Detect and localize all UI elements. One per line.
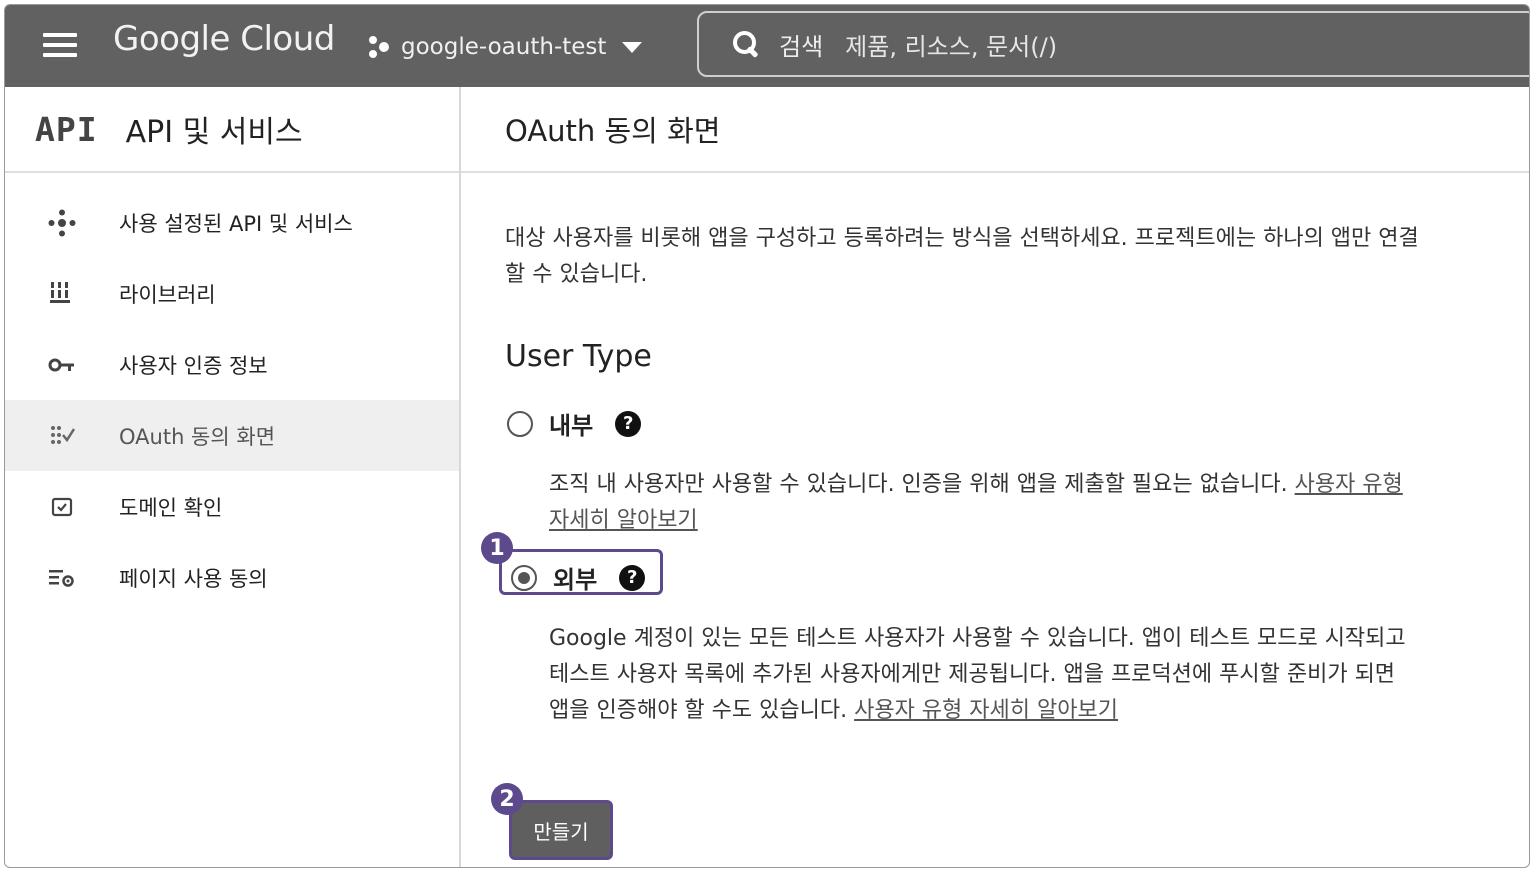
sidebar-item-page-consent[interactable]: 페이지 사용 동의 [5,542,459,613]
sidebar-header: API API 및 서비스 [5,87,459,173]
google-cloud-logo[interactable]: Google Cloud [113,19,335,59]
search-icon [731,29,761,59]
callout-badge-2: 2 [491,783,523,815]
sidebar-item-label: 페이지 사용 동의 [119,566,268,591]
page-consent-icon [47,563,77,593]
sidebar-item-label: 사용 설정된 API 및 서비스 [119,211,353,236]
help-icon[interactable]: ? [615,410,642,437]
option-external[interactable]: 외부 ? [511,560,646,595]
option-internal-description: 조직 내 사용자만 사용할 수 있습니다. 인증을 위해 앱을 제출할 필요는 … [549,467,1419,539]
app-window: Google Cloud google-oauth-test 검색 제품, 리소… [4,4,1530,868]
radio-external[interactable] [511,564,537,591]
option-internal-description-text: 조직 내 사용자만 사용할 수 있습니다. 인증을 위해 앱을 제출할 필요는 … [549,472,1295,497]
chevron-down-icon [622,41,643,53]
domain-check-icon [47,492,77,522]
sidebar-item-enabled-apis[interactable]: 사용 설정된 API 및 서비스 [5,187,459,258]
user-type-heading: User Type [505,339,652,374]
top-bar: Google Cloud google-oauth-test 검색 제품, 리소… [5,5,1529,87]
project-icon [365,34,391,60]
project-name: google-oauth-test [401,34,607,60]
sidebar-title: API 및 서비스 [125,115,303,150]
hamburger-menu-icon[interactable] [43,33,79,57]
page-title: OAuth 동의 화면 [505,114,721,148]
sidebar-item-library[interactable]: 라이브러리 [5,258,459,329]
sidebar-item-label: 도메인 확인 [119,495,223,520]
sidebar-item-credentials[interactable]: 사용자 인증 정보 [5,329,459,400]
option-external-label: 외부 [553,566,598,594]
create-button[interactable]: 만들기 [509,800,613,860]
option-internal-label: 내부 [549,412,594,440]
sidebar-nav: 사용 설정된 API 및 서비스 라이브러리 사용자 인증 정보 OAuth 동… [5,187,459,613]
learn-more-link[interactable]: 사용자 유형 자세히 알아보기 [854,698,1118,723]
search-bar[interactable]: 검색 제품, 리소스, 문서(/) [697,11,1529,77]
main-content: OAuth 동의 화면 대상 사용자를 비롯해 앱을 구성하고 등록하려는 방식… [461,87,1529,867]
library-icon [47,279,77,309]
sidebar-item-label: 라이브러리 [119,282,216,307]
sidebar-item-label: OAuth 동의 화면 [119,424,276,449]
search-placeholder: 제품, 리소스, 문서(/) [845,32,1058,61]
page-description: 대상 사용자를 비롯해 앱을 구성하고 등록하려는 방식을 선택하세요. 프로젝… [505,226,1419,287]
sidebar-item-label: 사용자 인증 정보 [119,353,268,378]
sidebar-item-domain-verification[interactable]: 도메인 확인 [5,471,459,542]
api-badge-icon: API [35,109,98,149]
help-icon[interactable]: ? [619,564,646,591]
callout-badge-1: 1 [481,532,513,564]
oauth-consent-icon [47,421,77,451]
search-label: 검색 [779,32,824,61]
project-selector[interactable]: google-oauth-test [365,29,643,65]
key-icon [47,350,77,380]
sidebar-item-oauth-consent[interactable]: OAuth 동의 화면 [5,400,459,471]
main-header: OAuth 동의 화면 [461,87,1529,173]
sidebar: API API 및 서비스 사용 설정된 API 및 서비스 라이브러리 사용자… [5,87,461,867]
option-internal[interactable]: 내부 ? [507,406,642,441]
option-external-description: Google 계정이 있는 모든 테스트 사용자가 사용할 수 있습니다. 앱이… [549,621,1419,729]
radio-internal[interactable] [507,410,533,437]
enabled-apis-icon [47,208,77,238]
